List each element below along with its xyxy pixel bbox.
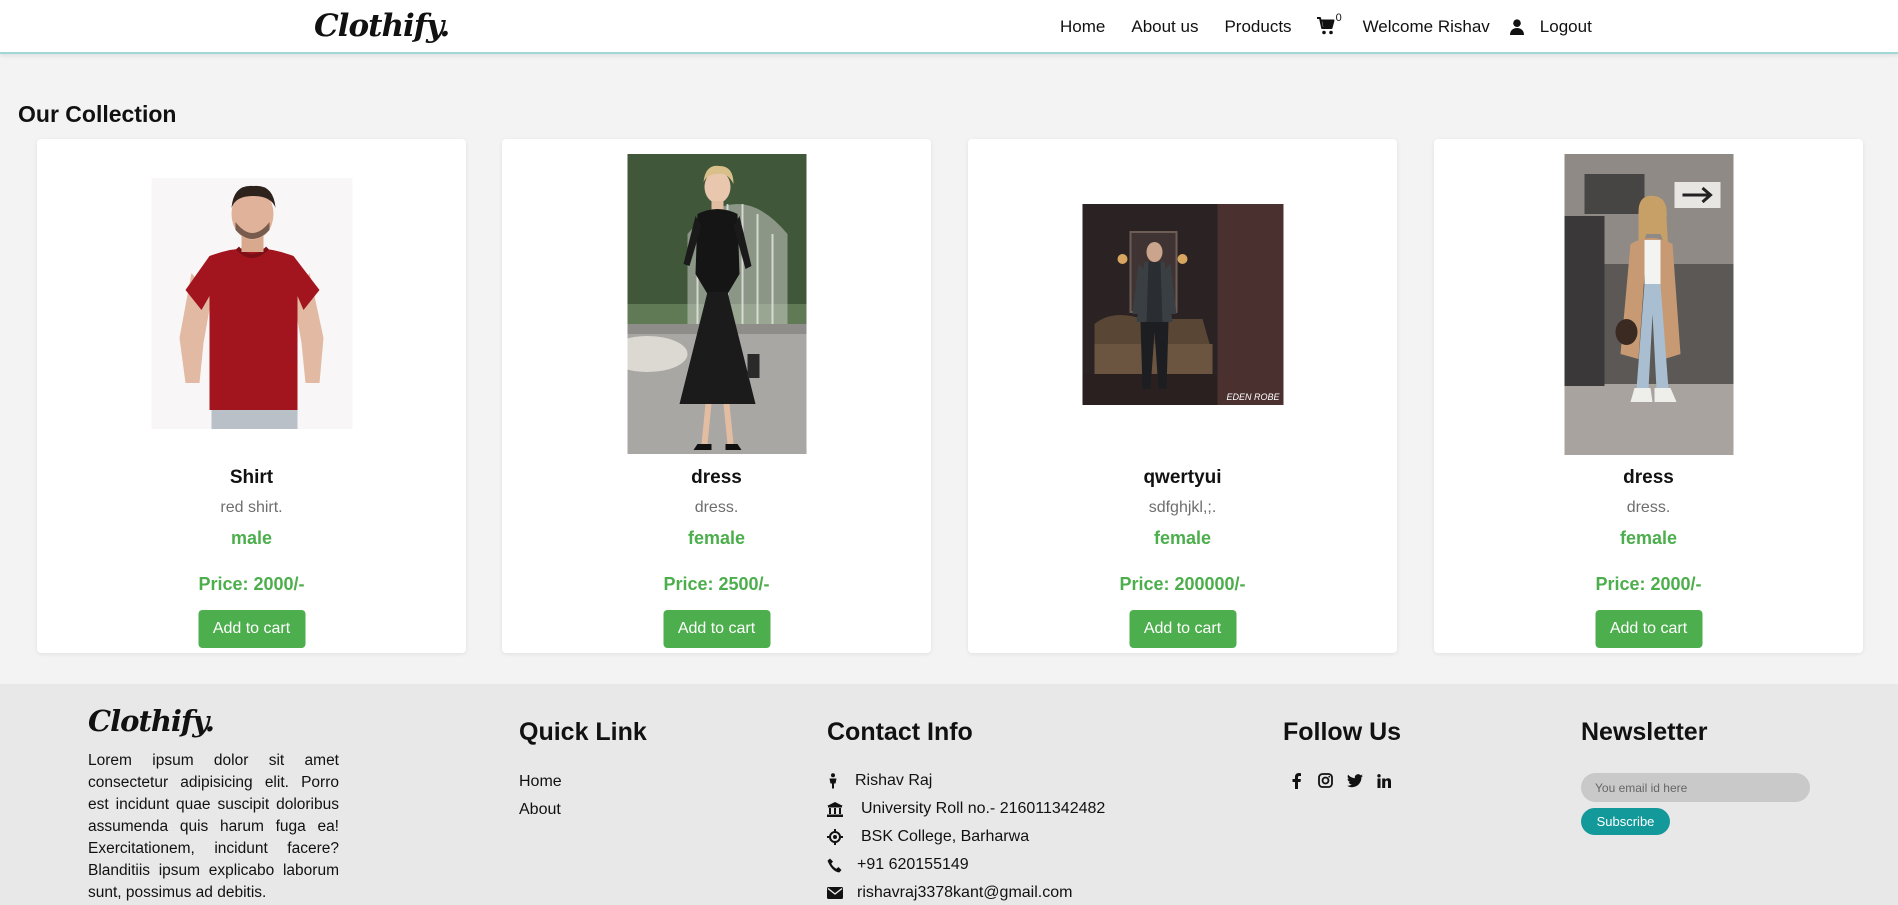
product-image[interactable] [151,178,352,429]
nav-products-link[interactable]: Products [1224,17,1291,37]
institution-icon [827,801,857,817]
product-card: dress dress. female Price: 2500/- Add to… [502,139,931,653]
phone-icon [827,857,853,873]
newsletter-heading: Newsletter [1581,718,1708,746]
product-gender: male [230,528,273,548]
twitter-icon[interactable] [1346,772,1363,789]
product-description: dress. [694,499,739,516]
subscribe-button[interactable]: Subscribe [1581,808,1670,835]
follow-heading: Follow Us [1283,718,1402,746]
product-image[interactable] [627,154,806,454]
product-price: Price: 2500/- [663,574,770,594]
product-card: EDEN ROBE qwertyui sdfghjkl,;. female Pr… [968,139,1397,653]
footer-brand-logo: Clothify. [88,704,215,738]
product-gender: female [1619,528,1678,548]
product-price: Price: 200000/- [1119,574,1246,594]
contact-college: BSK College, Barharwa [827,828,1029,846]
footer: Clothify. Lorem ipsum dolor sit amet con… [0,684,1898,905]
contact-roll-no: University Roll no.- 216011342482 [827,800,1105,818]
product-image[interactable]: EDEN ROBE [1082,204,1283,405]
person-icon [827,773,851,789]
footer-home-link[interactable]: Home [519,772,562,800]
contact-name: Rishav Raj [827,772,932,790]
product-card: dress dress. female Price: 2000/- Add to… [1434,139,1863,653]
product-name: qwertyui [1143,467,1222,488]
product-gender: female [687,528,746,548]
section-title: Our Collection [18,101,177,127]
instagram-icon[interactable] [1317,772,1334,789]
cart-link[interactable]: 0 [1316,12,1342,38]
navbar: Clothify. Home About us Products 0 Welco… [0,0,1898,54]
linkedin-icon[interactable] [1375,772,1392,789]
location-icon [827,829,857,845]
add-to-cart-button[interactable]: Add to cart [1129,610,1236,648]
nav-about-link[interactable]: About us [1131,17,1198,37]
cart-count-badge: 0 [1335,12,1342,24]
footer-about-link[interactable]: About [519,800,562,828]
product-card: Shirt red shirt. male Price: 2000/- Add … [37,139,466,653]
add-to-cart-button[interactable]: Add to cart [198,610,305,648]
product-description: dress. [1626,499,1671,516]
quick-link-heading: Quick Link [519,718,647,746]
brand-logo[interactable]: Clothify. [314,8,450,44]
product-name: dress [691,467,742,488]
product-image[interactable] [1564,154,1733,455]
contact-email: rishavraj3378kant@gmail.com [827,884,1072,902]
product-description: red shirt. [220,499,283,516]
product-gender: female [1153,528,1212,548]
welcome-text: Welcome Rishav [1362,17,1490,36]
user-icon[interactable] [1509,19,1524,35]
product-name: dress [1623,467,1674,488]
quick-link-list: Home About [519,772,562,828]
newsletter-email-input[interactable] [1581,773,1810,802]
facebook-icon[interactable] [1288,772,1305,789]
envelope-icon [827,885,853,901]
product-price: Price: 2000/- [1595,574,1702,594]
product-description: sdfghjkl,;. [1148,499,1217,516]
footer-about-text: Lorem ipsum dolor sit amet consectetur a… [88,752,339,901]
product-price: Price: 2000/- [198,574,305,594]
logout-link[interactable]: Logout [1540,17,1592,37]
product-name: Shirt [229,467,274,488]
nav-menu: Home About us Products 0 Welcome Rishav … [1060,0,1592,54]
nav-home-link[interactable]: Home [1060,17,1105,37]
social-links [1288,772,1392,789]
add-to-cart-button[interactable]: Add to cart [663,610,770,648]
image-watermark: EDEN ROBE [1226,392,1280,402]
contact-heading: Contact Info [827,718,973,746]
contact-phone: +91 620155149 [827,856,969,874]
cart-icon [1316,17,1335,35]
add-to-cart-button[interactable]: Add to cart [1595,610,1702,648]
